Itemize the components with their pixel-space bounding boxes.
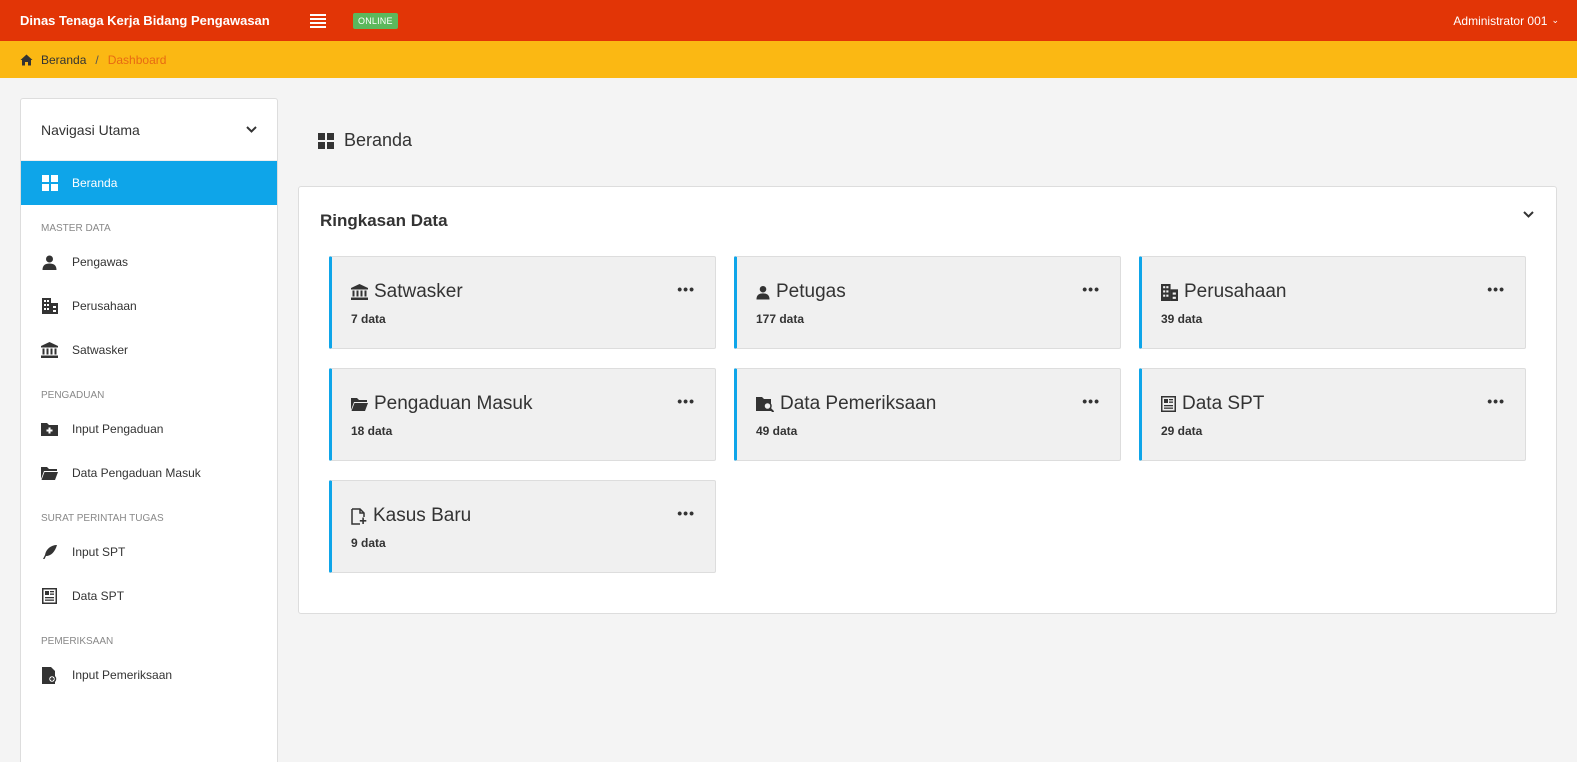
bank-icon	[41, 342, 58, 359]
breadcrumb-home-link[interactable]: Beranda	[41, 53, 86, 67]
card-count: 18 data	[351, 424, 393, 438]
sidebar-item-input-pemeriksaan[interactable]: Input Pemeriksaan	[21, 653, 277, 697]
summary-card-kasus-baru[interactable]: Kasus Baru 9 data •••	[329, 480, 716, 573]
sidebar-item-label: Satwasker	[72, 343, 129, 357]
card-title-text: Petugas	[776, 281, 846, 302]
menu-toggle-icon[interactable]	[310, 13, 326, 28]
card-title: Satwasker	[351, 281, 463, 303]
building-icon	[41, 298, 58, 315]
card-title: Data SPT	[1161, 393, 1264, 415]
status-badge: ONLINE	[353, 12, 398, 29]
user-name: Administrator 001	[1453, 13, 1548, 28]
sidebar-item-input-spt[interactable]: Input SPT	[21, 530, 277, 574]
card-title: Pengaduan Masuk	[351, 393, 532, 415]
panel-title: Ringkasan Data	[320, 211, 448, 230]
file-plus-icon	[351, 507, 367, 525]
sidebar: Navigasi Utama Beranda MASTER DATA Penga…	[20, 98, 278, 762]
card-title: Perusahaan	[1161, 281, 1286, 303]
newspaper-icon	[1161, 396, 1176, 412]
card-title: Kasus Baru	[351, 505, 471, 527]
sidebar-item-label: Input SPT	[72, 545, 126, 559]
summary-card-perusahaan[interactable]: Perusahaan 39 data •••	[1139, 256, 1526, 349]
top-navbar: Dinas Tenaga Kerja Bidang Pengawasan ONL…	[0, 0, 1577, 41]
sidebar-item-data-spt[interactable]: Data SPT	[21, 574, 277, 618]
summary-card-data-spt[interactable]: Data SPT 29 data •••	[1139, 368, 1526, 461]
summary-card-satwasker[interactable]: Satwasker 7 data •••	[329, 256, 716, 349]
bank-icon	[351, 284, 368, 300]
sidebar-item-perusahaan[interactable]: Perusahaan	[21, 284, 277, 328]
breadcrumb-separator: /	[95, 52, 99, 67]
card-title-text: Satwasker	[374, 281, 463, 302]
sidebar-item-satwasker[interactable]: Satwasker	[21, 328, 277, 372]
more-options-icon[interactable]: •••	[1082, 281, 1100, 297]
card-count: 7 data	[351, 312, 386, 326]
card-title-text: Pengaduan Masuk	[374, 393, 533, 414]
card-title: Petugas	[756, 281, 846, 303]
page-title: Beranda	[318, 130, 412, 151]
section-pemeriksaan: PEMERIKSAAN	[41, 636, 114, 647]
card-title-text: Kasus Baru	[373, 505, 472, 526]
section-surat-perintah-tugas: SURAT PERINTAH TUGAS	[41, 513, 164, 524]
card-title-text: Data Pemeriksaan	[780, 393, 937, 414]
app-brand[interactable]: Dinas Tenaga Kerja Bidang Pengawasan	[20, 13, 290, 28]
sidebar-item-label: Perusahaan	[72, 299, 137, 313]
newspaper-icon	[41, 588, 58, 605]
building-icon	[1161, 283, 1178, 301]
sidebar-item-label: Pengawas	[72, 255, 129, 269]
card-title: Data Pemeriksaan	[756, 393, 936, 415]
sidebar-item-label: Beranda	[72, 176, 118, 190]
card-title-text: Perusahaan	[1184, 281, 1287, 302]
sidebar-header[interactable]: Navigasi Utama	[21, 99, 277, 161]
sidebar-item-label: Input Pemeriksaan	[72, 668, 173, 682]
more-options-icon[interactable]: •••	[677, 505, 695, 521]
folder-search-icon	[756, 396, 774, 412]
feather-icon	[41, 544, 58, 561]
file-search-icon	[41, 666, 58, 684]
sidebar-item-data-pengaduan-masuk[interactable]: Data Pengaduan Masuk	[21, 451, 277, 495]
more-options-icon[interactable]: •••	[1082, 393, 1100, 409]
breadcrumb-current: Dashboard	[107, 52, 167, 67]
summary-card-data-pemeriksaan[interactable]: Data Pemeriksaan 49 data •••	[734, 368, 1121, 461]
card-title-text: Data SPT	[1182, 393, 1265, 414]
summary-card-pengaduan-masuk[interactable]: Pengaduan Masuk 18 data •••	[329, 368, 716, 461]
card-count: 177 data	[756, 312, 805, 326]
card-count: 49 data	[756, 424, 798, 438]
user-icon	[41, 254, 58, 271]
more-options-icon[interactable]: •••	[1487, 393, 1505, 409]
dashboard-icon	[41, 175, 58, 192]
folder-plus-icon	[41, 421, 58, 438]
folder-open-icon	[41, 465, 58, 482]
user-icon	[756, 285, 770, 300]
section-pengaduan: PENGADUAN	[41, 390, 105, 401]
more-options-icon[interactable]: •••	[677, 393, 695, 409]
card-count: 9 data	[351, 536, 386, 550]
sidebar-item-beranda[interactable]: Beranda	[21, 161, 277, 205]
breadcrumb: Beranda / Dashboard	[0, 41, 1577, 78]
summary-panel: Ringkasan Data Satwasker 7 data ••• Petu…	[298, 186, 1557, 614]
chevron-down-icon	[246, 126, 257, 133]
sidebar-item-pengawas[interactable]: Pengawas	[21, 240, 277, 284]
sidebar-header-label: Navigasi Utama	[41, 121, 140, 138]
section-master-data: MASTER DATA	[41, 223, 111, 234]
sidebar-item-input-pengaduan[interactable]: Input Pengaduan	[21, 407, 277, 451]
card-count: 39 data	[1161, 312, 1203, 326]
sidebar-item-label: Data Pengaduan Masuk	[72, 466, 201, 480]
sidebar-item-label: Data SPT	[72, 589, 125, 603]
user-menu[interactable]: Administrator 001 ⌄	[1453, 0, 1559, 41]
card-count: 29 data	[1161, 424, 1203, 438]
sidebar-item-label: Input Pengaduan	[72, 422, 164, 436]
home-icon	[20, 54, 33, 66]
page-title-text: Beranda	[344, 130, 413, 150]
folder-icon	[351, 397, 368, 411]
more-options-icon[interactable]: •••	[1487, 281, 1505, 297]
dashboard-icon	[318, 132, 334, 149]
collapse-chevron-icon[interactable]	[1523, 211, 1534, 218]
summary-card-petugas[interactable]: Petugas 177 data •••	[734, 256, 1121, 349]
more-options-icon[interactable]: •••	[677, 281, 695, 297]
chevron-down-icon: ⌄	[1551, 15, 1559, 25]
